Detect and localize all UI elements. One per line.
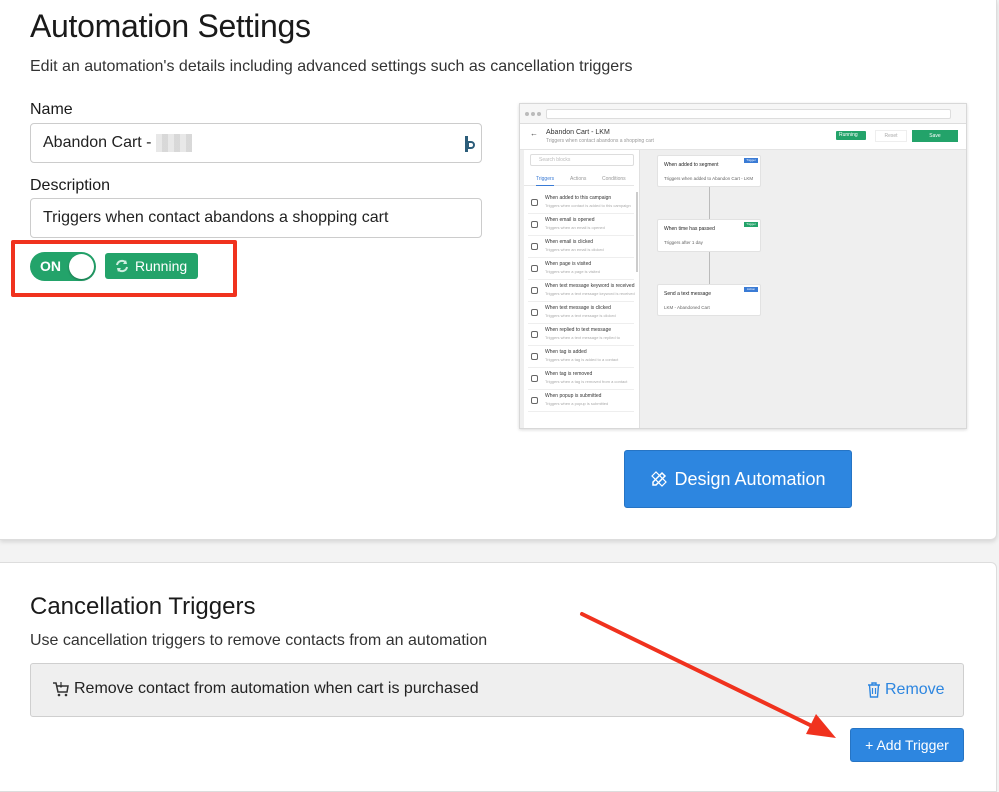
flow-node: When time has passed Triggers after 1 da…	[657, 219, 761, 252]
flow-connector	[709, 187, 710, 219]
list-item: When page is visited Triggers when a page…	[528, 258, 634, 280]
preview-sidebar: Search blocks Triggers Actions Condition…	[524, 150, 640, 428]
preview-tab: Conditions	[602, 176, 626, 182]
list-item: When tag is removed Triggers when a tag i…	[528, 368, 634, 390]
cancellation-trigger-text: Remove contact from automation when cart…	[74, 680, 479, 697]
preview-save-button: Save	[912, 130, 958, 142]
list-item: When popup is submitted Triggers when a p…	[528, 390, 634, 412]
cart-remove-icon	[53, 682, 69, 697]
remove-label: Remove	[885, 681, 945, 698]
automation-preview-image[interactable]: ← Abandon Cart - LKM Triggers when conta…	[519, 103, 967, 429]
design-automation-label: Design Automation	[674, 468, 826, 489]
trash-icon	[868, 682, 880, 698]
preview-title: Abandon Cart - LKM	[546, 129, 610, 136]
design-automation-button[interactable]: Design Automation	[624, 450, 852, 508]
list-item: When text message is clicked Triggers whe…	[528, 302, 634, 324]
page-title: Automation Settings	[30, 8, 311, 44]
section-subtitle: Use cancellation triggers to remove cont…	[30, 632, 488, 649]
preview-block-list: When added to this campaign Triggers when…	[528, 192, 635, 412]
preview-subtitle: Triggers when contact abandons a shoppin…	[546, 138, 654, 144]
redacted-text	[155, 134, 192, 152]
list-item: When text message keyword is received Tri…	[528, 280, 635, 302]
password-manager-icon[interactable]	[465, 136, 475, 152]
flow-connector	[709, 252, 710, 284]
remove-trigger-button[interactable]: Remove	[867, 681, 945, 699]
description-label: Description	[30, 177, 111, 194]
name-value: Abandon Cart -	[43, 134, 152, 151]
flow-node: Send a text message LKM - Abandoned Cart…	[657, 284, 761, 316]
preview-tab: Actions	[570, 176, 587, 182]
description-value: Triggers when contact abandons a shoppin…	[43, 209, 389, 226]
list-item: When added to this campaign Triggers when…	[528, 192, 634, 214]
preview-search: Search blocks	[530, 154, 634, 166]
name-field[interactable]: Abandon Cart -	[30, 123, 482, 163]
flow-node: When added to segment Triggers when adde…	[657, 155, 761, 187]
preview-header: ← Abandon Cart - LKM Triggers when conta…	[520, 124, 966, 150]
window-dot	[525, 112, 529, 116]
window-dot	[537, 112, 541, 116]
preview-browser-bar	[520, 104, 966, 124]
annotation-highlight-box	[11, 240, 237, 297]
list-item: When tag is added Triggers when a tag is …	[528, 346, 634, 368]
preview-tab: Triggers	[536, 176, 555, 186]
section-title: Cancellation Triggers	[30, 593, 256, 620]
preview-url-bar	[546, 109, 951, 119]
preview-status: Running	[836, 131, 866, 140]
name-label: Name	[30, 101, 73, 118]
list-item: When email is opened Triggers when an ema…	[528, 214, 634, 236]
description-field[interactable]: Triggers when contact abandons a shoppin…	[30, 198, 482, 238]
pencil-ruler-icon	[651, 471, 668, 487]
back-arrow-icon: ←	[530, 129, 538, 138]
cancellation-trigger-row: Remove contact from automation when cart…	[30, 663, 964, 717]
preview-scrollbar	[636, 192, 638, 272]
list-item: When replied to text message Triggers whe…	[528, 324, 634, 346]
preview-tabs: Triggers Actions Conditions	[524, 172, 634, 186]
list-item: When email is clicked Triggers when an em…	[528, 236, 634, 258]
page-subtitle: Edit an automation's details including a…	[30, 58, 633, 75]
add-trigger-button[interactable]: + Add Trigger	[850, 728, 964, 762]
window-dot	[531, 112, 535, 116]
preview-reset-button: Reset	[875, 130, 907, 142]
